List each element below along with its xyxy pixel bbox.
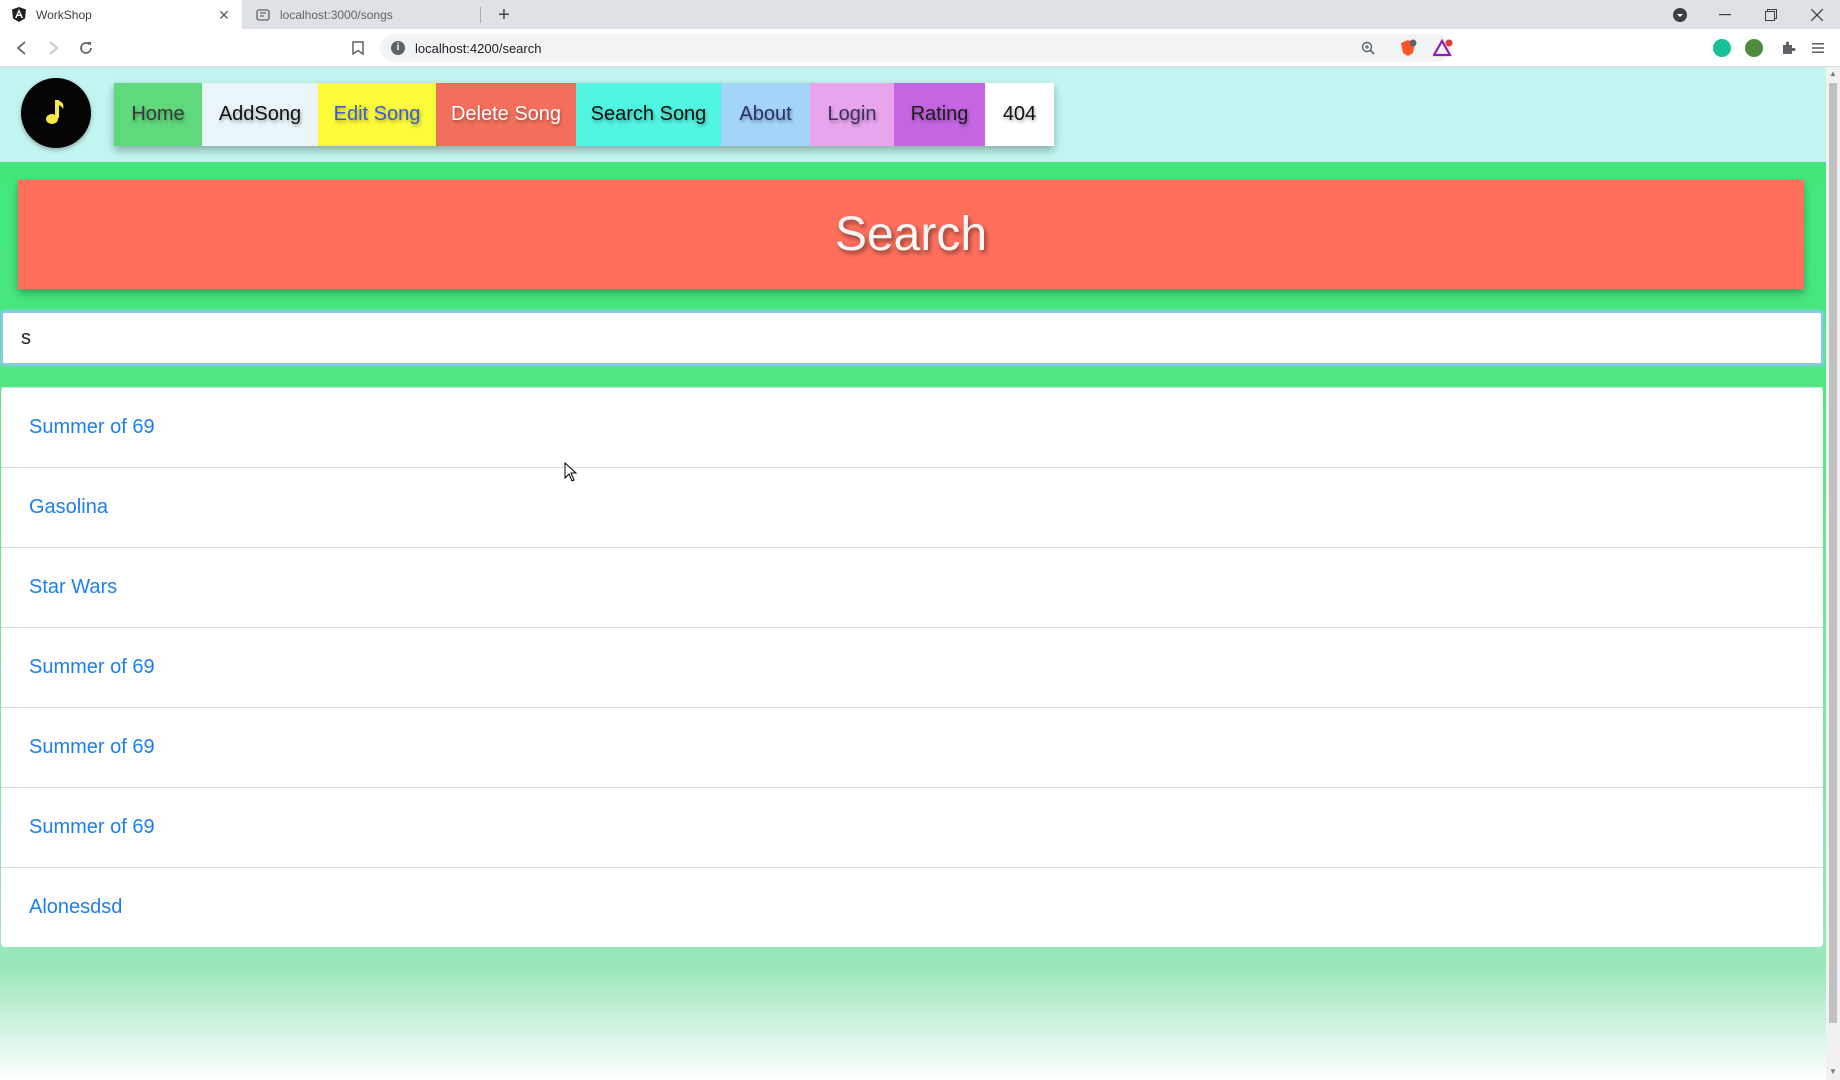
page-header-banner: Search — [18, 180, 1804, 289]
close-window-icon[interactable] — [1794, 0, 1840, 29]
brave-shield-icon[interactable] — [1399, 39, 1417, 57]
search-results-list: Summer of 69 Gasolina Star Wars Summer of 6… — [1, 387, 1823, 947]
music-note-icon[interactable] — [21, 78, 91, 148]
bookmark-icon[interactable] — [348, 38, 368, 58]
tab-title: localhost:3000/songs — [280, 7, 393, 22]
info-icon[interactable]: i — [391, 41, 405, 55]
nav-about[interactable]: About — [721, 83, 810, 146]
nav-search-song[interactable]: Search Song — [576, 83, 721, 146]
tab-search-icon[interactable] — [1657, 0, 1703, 29]
nav-delete-song[interactable]: Delete Song — [436, 83, 576, 146]
nav-addsong[interactable]: AddSong — [202, 83, 318, 146]
nav-edit-song[interactable]: Edit Song — [318, 83, 436, 146]
search-input[interactable] — [1, 311, 1823, 365]
scrollbar[interactable]: ▲ ▼ — [1826, 67, 1840, 1080]
song-link[interactable]: Summer of 69 — [29, 416, 155, 439]
song-link[interactable]: Gasolina — [29, 496, 108, 519]
plus-icon[interactable]: + — [493, 4, 515, 26]
puzzle-icon[interactable] — [1778, 38, 1798, 58]
list-item: Summer of 69 — [1, 387, 1823, 467]
page: Home AddSong Edit Song Delete Song Search So… — [0, 67, 1826, 1080]
tab-separator — [480, 7, 481, 23]
nav-login[interactable]: Login — [810, 83, 894, 146]
angular-icon — [11, 7, 27, 23]
list-item: Alonesdsd — [1, 867, 1823, 947]
browser-tab-songs[interactable]: localhost:3000/songs — [244, 0, 480, 29]
page-title: Search — [834, 208, 988, 261]
song-link[interactable]: Summer of 69 — [29, 736, 155, 759]
extension-globe-icon[interactable] — [1745, 39, 1763, 57]
browser-toolbar: i localhost:4200/search — [0, 29, 1840, 67]
brave-rewards-icon[interactable] — [1432, 38, 1453, 57]
nav-404[interactable]: 404 — [985, 83, 1054, 146]
reload-icon[interactable] — [76, 38, 96, 58]
browser-tab-workshop[interactable]: WorkShop ✕ — [0, 0, 242, 29]
song-link[interactable]: Alonesdsd — [29, 896, 122, 919]
navbar: Home AddSong Edit Song Delete Song Search So… — [114, 83, 1054, 146]
forward-icon[interactable] — [43, 38, 63, 58]
menu-icon[interactable] — [1808, 38, 1828, 58]
zoom-icon[interactable] — [1358, 38, 1378, 58]
list-item: Gasolina — [1, 467, 1823, 547]
back-icon[interactable] — [12, 38, 32, 58]
mouse-pointer-icon — [564, 461, 578, 487]
scroll-down-icon[interactable]: ▼ — [1829, 1067, 1837, 1076]
song-link[interactable]: Summer of 69 — [29, 816, 155, 839]
minimize-icon[interactable] — [1702, 0, 1748, 29]
restore-icon[interactable] — [1748, 0, 1794, 29]
song-link[interactable]: Summer of 69 — [29, 656, 155, 679]
address-bar[interactable]: i localhost:4200/search — [380, 34, 1450, 62]
list-item: Summer of 69 — [1, 627, 1823, 707]
grammarly-icon[interactable] — [1713, 39, 1731, 57]
song-link[interactable]: Star Wars — [29, 576, 117, 599]
globe-icon — [255, 7, 271, 23]
top-navigation: Home AddSong Edit Song Delete Song Search So… — [0, 67, 1826, 162]
scrollbar-thumb[interactable] — [1829, 83, 1837, 1023]
close-icon[interactable]: ✕ — [216, 7, 232, 23]
url-text: localhost:4200/search — [415, 40, 542, 56]
browser-tabstrip: WorkShop ✕ localhost:3000/songs + — [0, 0, 1840, 29]
list-item: Summer of 69 — [1, 707, 1823, 787]
nav-home[interactable]: Home — [114, 83, 202, 146]
tab-title: WorkShop — [36, 7, 92, 22]
nav-rating[interactable]: Rating — [894, 83, 985, 146]
list-item: Star Wars — [1, 547, 1823, 627]
scroll-up-icon[interactable]: ▲ — [1829, 69, 1837, 78]
list-item: Summer of 69 — [1, 787, 1823, 867]
